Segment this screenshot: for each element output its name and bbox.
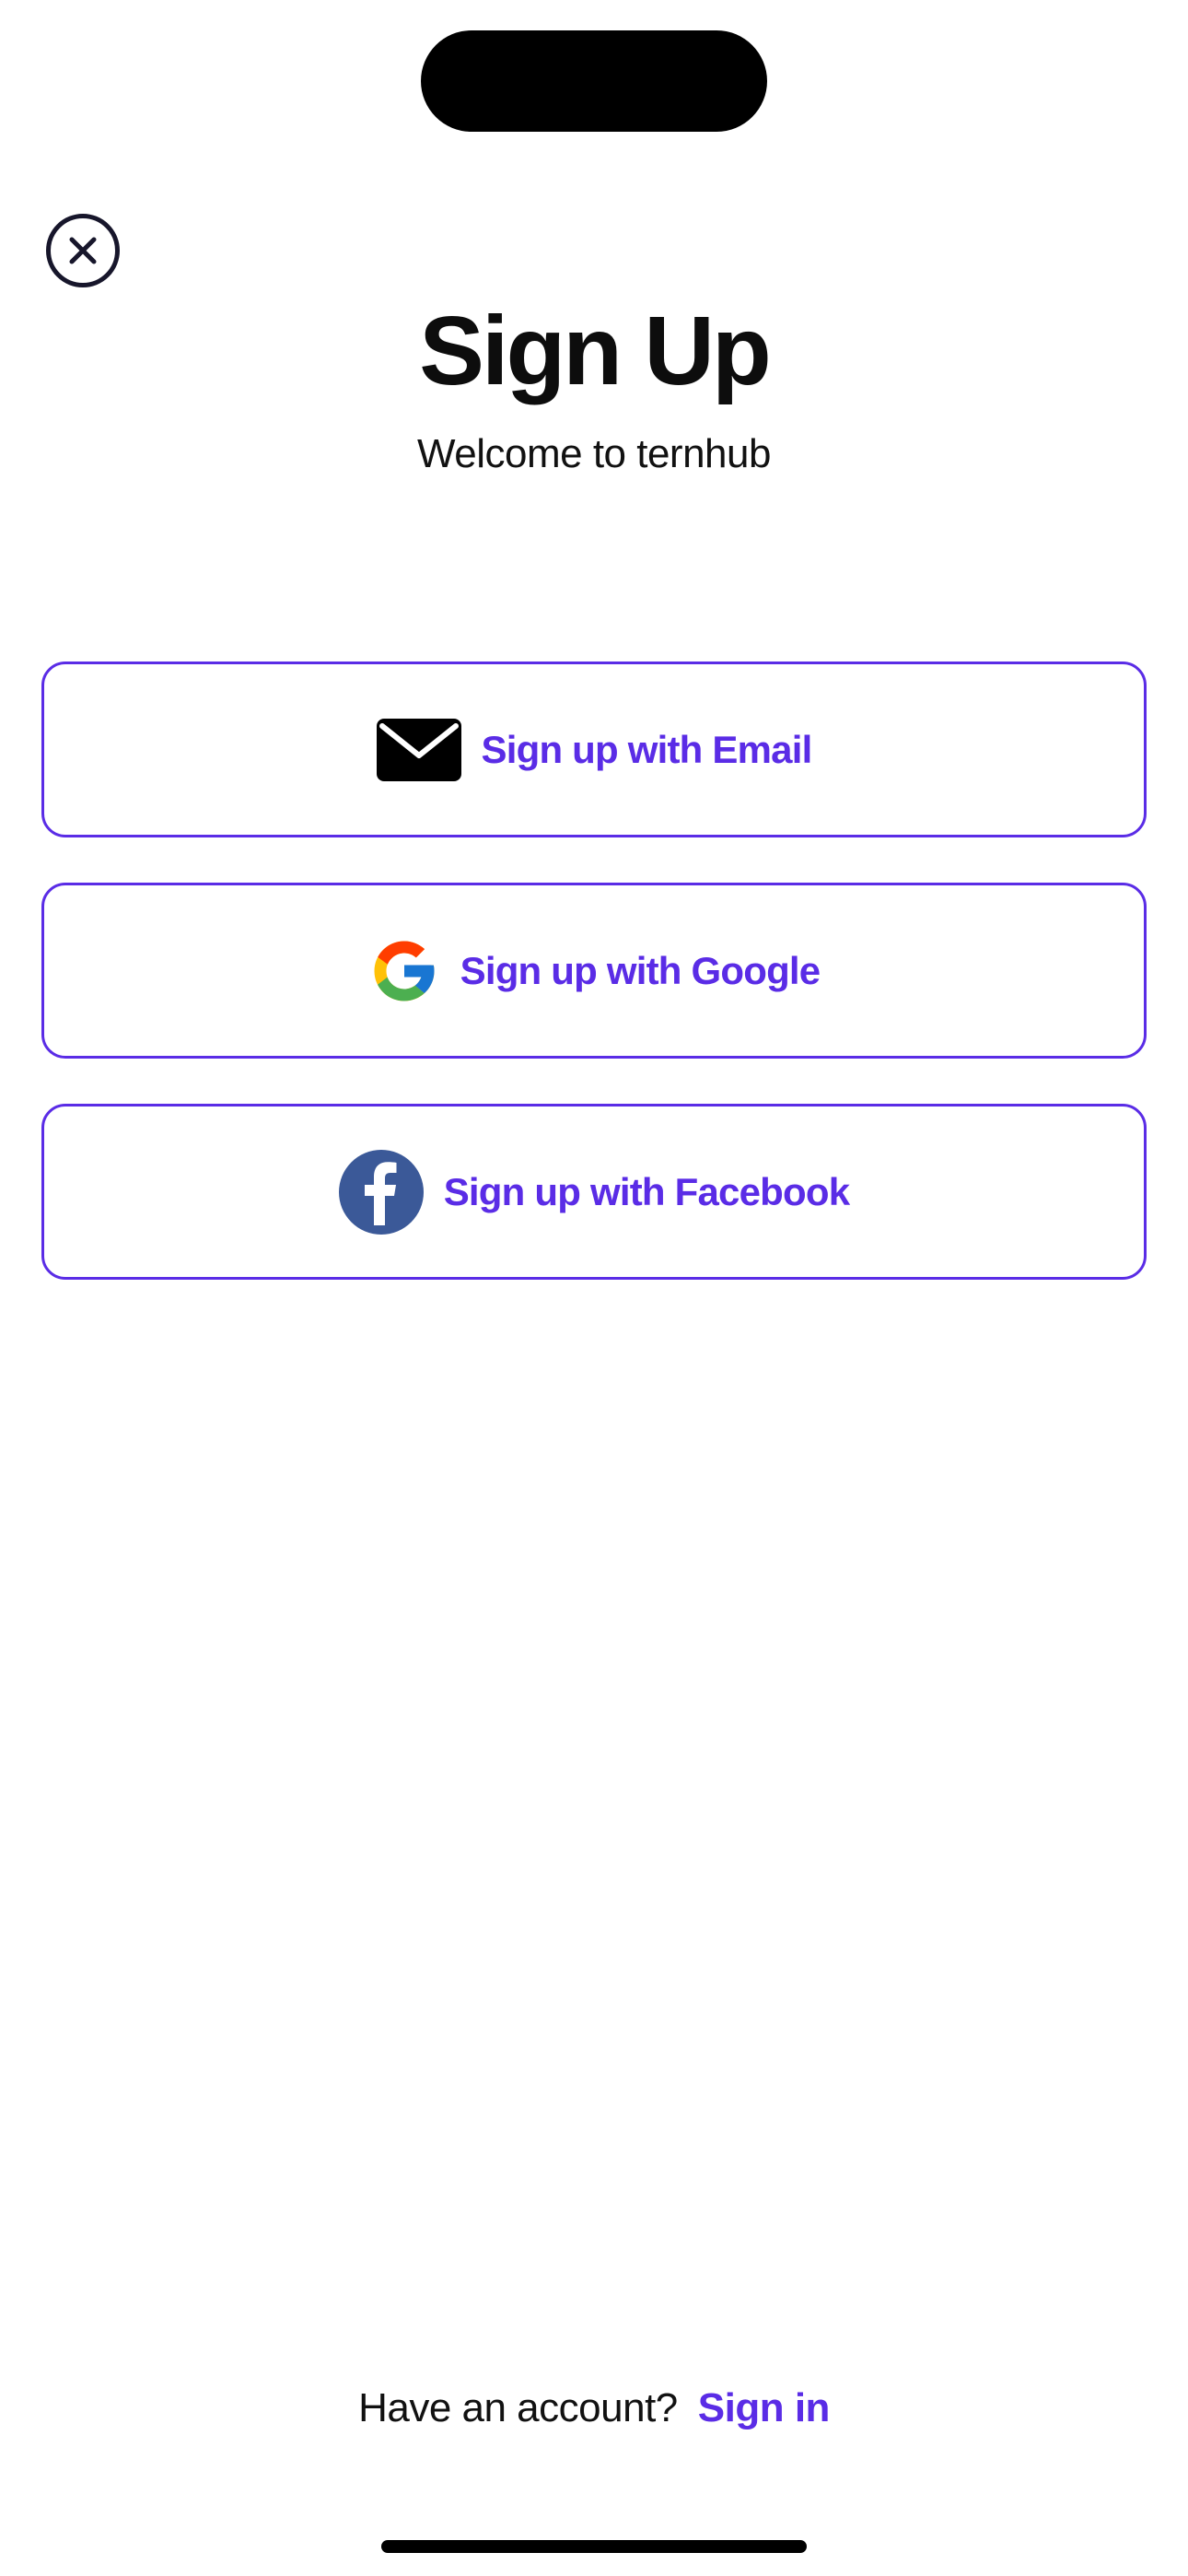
sign-up-facebook-label: Sign up with Facebook [443,1169,850,1213]
sign-up-email-button[interactable]: Sign up with Email [41,662,1147,837]
sign-up-google-label: Sign up with Google [460,948,821,992]
google-logo-icon [368,935,440,1007]
have-account-text: Have an account? [358,2385,678,2430]
sign-up-email-label: Sign up with Email [481,727,813,771]
account-prompt: Have an account? Sign in [0,2381,1188,2436]
envelope-icon [376,718,461,781]
dynamic-island [421,30,767,132]
facebook-logo-icon [338,1149,424,1235]
sign-up-facebook-button[interactable]: Sign up with Facebook [41,1104,1147,1280]
page-title: Sign Up [419,297,771,405]
home-indicator[interactable] [381,2540,807,2553]
sign-up-google-button[interactable]: Sign up with Google [41,883,1147,1059]
page-subtitle: Welcome to ternhub [417,431,771,476]
sign-in-link[interactable]: Sign in [698,2385,831,2430]
close-icon [69,237,97,264]
close-button[interactable] [46,214,120,287]
